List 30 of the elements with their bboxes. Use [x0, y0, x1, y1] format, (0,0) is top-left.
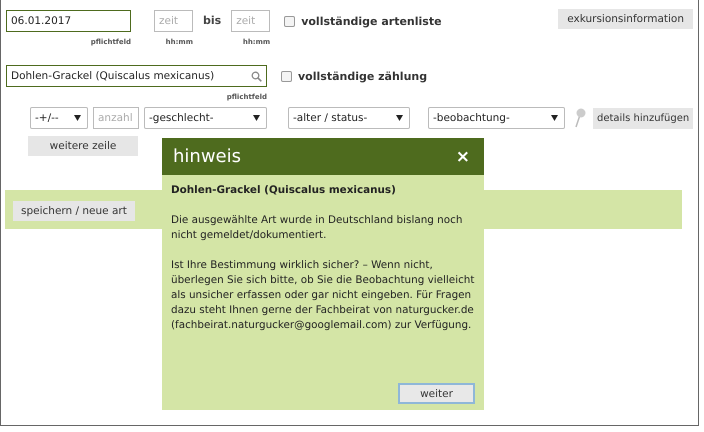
dialog-message: Ist Ihre Bestimmung wirklich sicher? – Wenn nicht, überlegen Sie sich bitte, ob Sie die Beobachtung vielleicht als unsicher erfassen oder gar nicht eingeben. Für Fragen dazu steht Ihnen gerne der Fachbeirat von naturgucker.de (fachbeirat.naturgucker@googlemail.com) zur Verfügung.: [171, 258, 475, 333]
species-name: Dohlen-Grackel (Quiscalus mexicanus): [171, 183, 397, 198]
time-field[interactable]: zeit: [154, 10, 193, 32]
caret-icon: [74, 115, 81, 121]
pin-icon[interactable]: [574, 108, 586, 128]
species-search-field[interactable]: Dohlen-Grackel (Quiscalus mexicanus): [6, 65, 267, 87]
add-row-button[interactable]: weitere zeile: [28, 136, 138, 156]
sex-select[interactable]: -geschlecht-: [144, 107, 267, 129]
save-new-species-button[interactable]: speichern / neue art: [13, 201, 135, 221]
caret-icon: [253, 115, 260, 121]
checkbox-label: vollständige artenliste: [301, 14, 442, 28]
checkbox-label: vollständige zählung: [298, 70, 428, 82]
continue-button[interactable]: weiter: [398, 383, 475, 404]
dialog-title: hinweis: [173, 146, 241, 167]
caret-icon: [396, 115, 403, 121]
observation-select[interactable]: -beobachtung-: [428, 107, 565, 129]
add-details-button[interactable]: details hinzufügen: [593, 108, 694, 128]
sign-select[interactable]: -+/--: [30, 107, 88, 129]
dialog-message: Die ausgewählte Art wurde in Deutschland bislang noch nicht gemeldet/dokumentiert.: [171, 213, 464, 243]
checkbox[interactable]: [284, 16, 296, 26]
count-field[interactable]: anzahl: [93, 107, 139, 129]
range-label: bis: [203, 13, 222, 29]
checkbox[interactable]: [281, 70, 292, 82]
close-button[interactable]: ×: [456, 146, 470, 166]
search-icon[interactable]: [251, 70, 262, 82]
caret-icon: [551, 115, 558, 121]
date-field[interactable]: 06.01.2017: [6, 10, 131, 32]
time-field[interactable]: zeit: [231, 10, 270, 32]
age-status-select[interactable]: -alter / status-: [288, 107, 410, 129]
excursion-info-button[interactable]: exkursionsinformation: [558, 9, 693, 29]
